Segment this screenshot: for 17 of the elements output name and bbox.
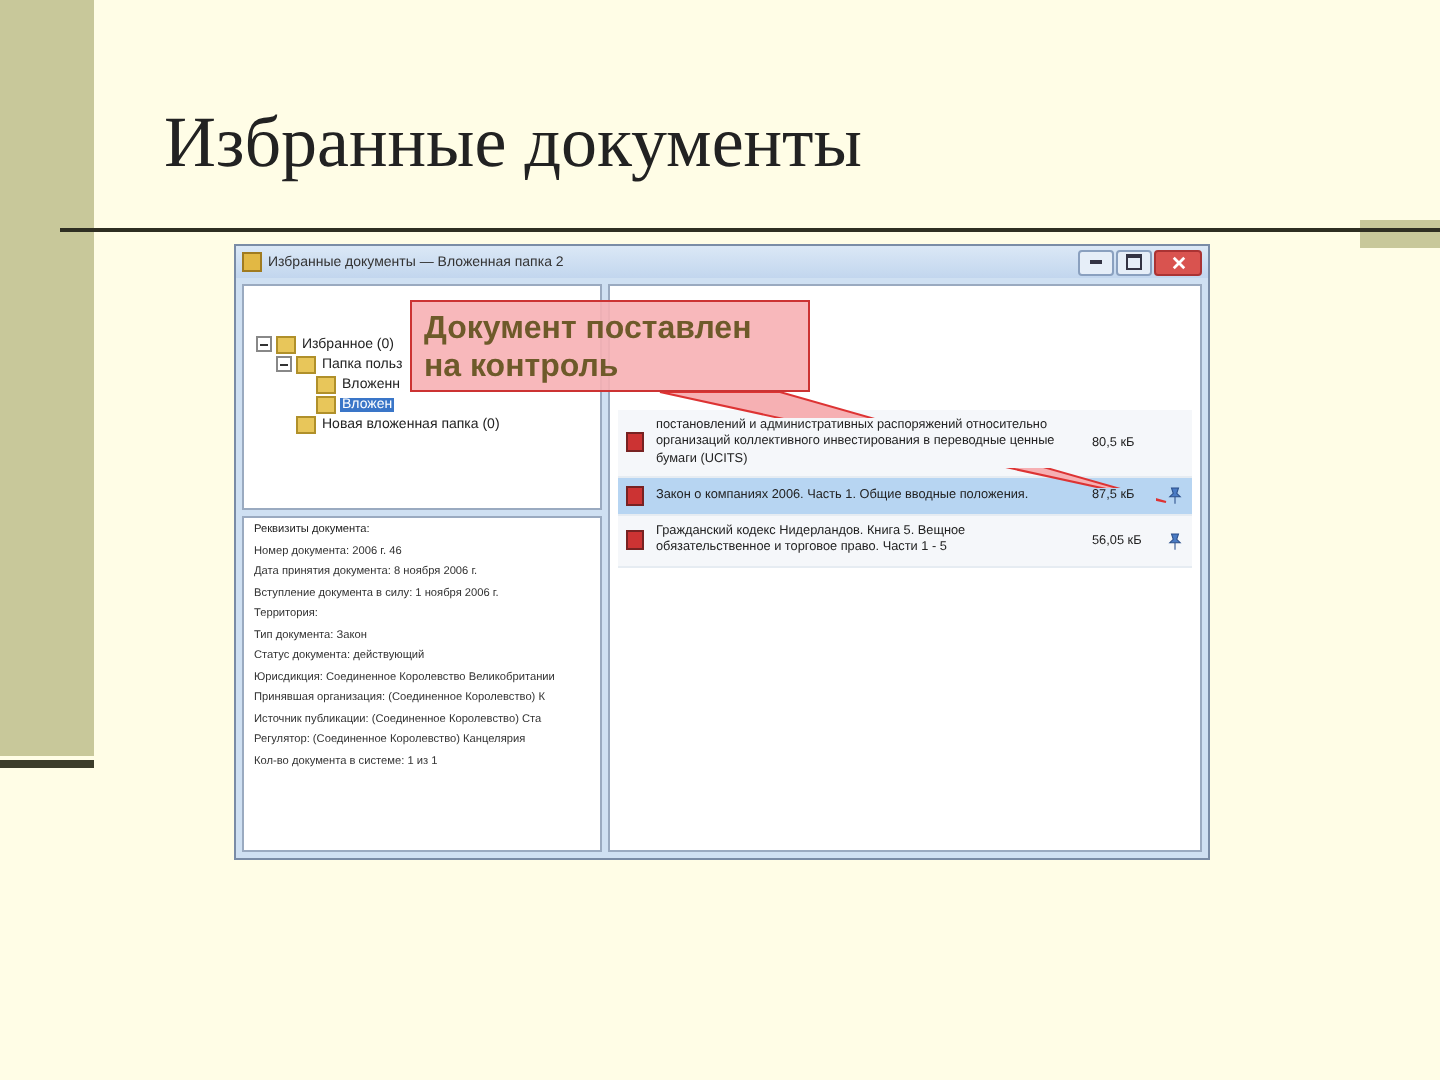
app-icon [242,252,262,272]
callout-box: Документ поставлен на контроль [410,300,810,392]
document-icon [626,432,644,453]
document-icon [626,530,644,551]
minimize-button[interactable] [1078,249,1114,275]
slide-title: Избранные документы [164,100,864,186]
close-button[interactable] [1154,249,1202,275]
collapse-icon[interactable] [276,356,292,372]
slide-accent-bar [0,760,94,768]
pin-icon[interactable] [1168,531,1182,550]
close-icon [1171,255,1185,269]
maximize-icon [1126,254,1142,270]
collapse-icon[interactable] [256,336,272,352]
pin-icon[interactable] [1168,486,1182,505]
document-icon [626,485,644,506]
minimize-icon [1090,260,1102,264]
maximize-button[interactable] [1116,249,1152,275]
